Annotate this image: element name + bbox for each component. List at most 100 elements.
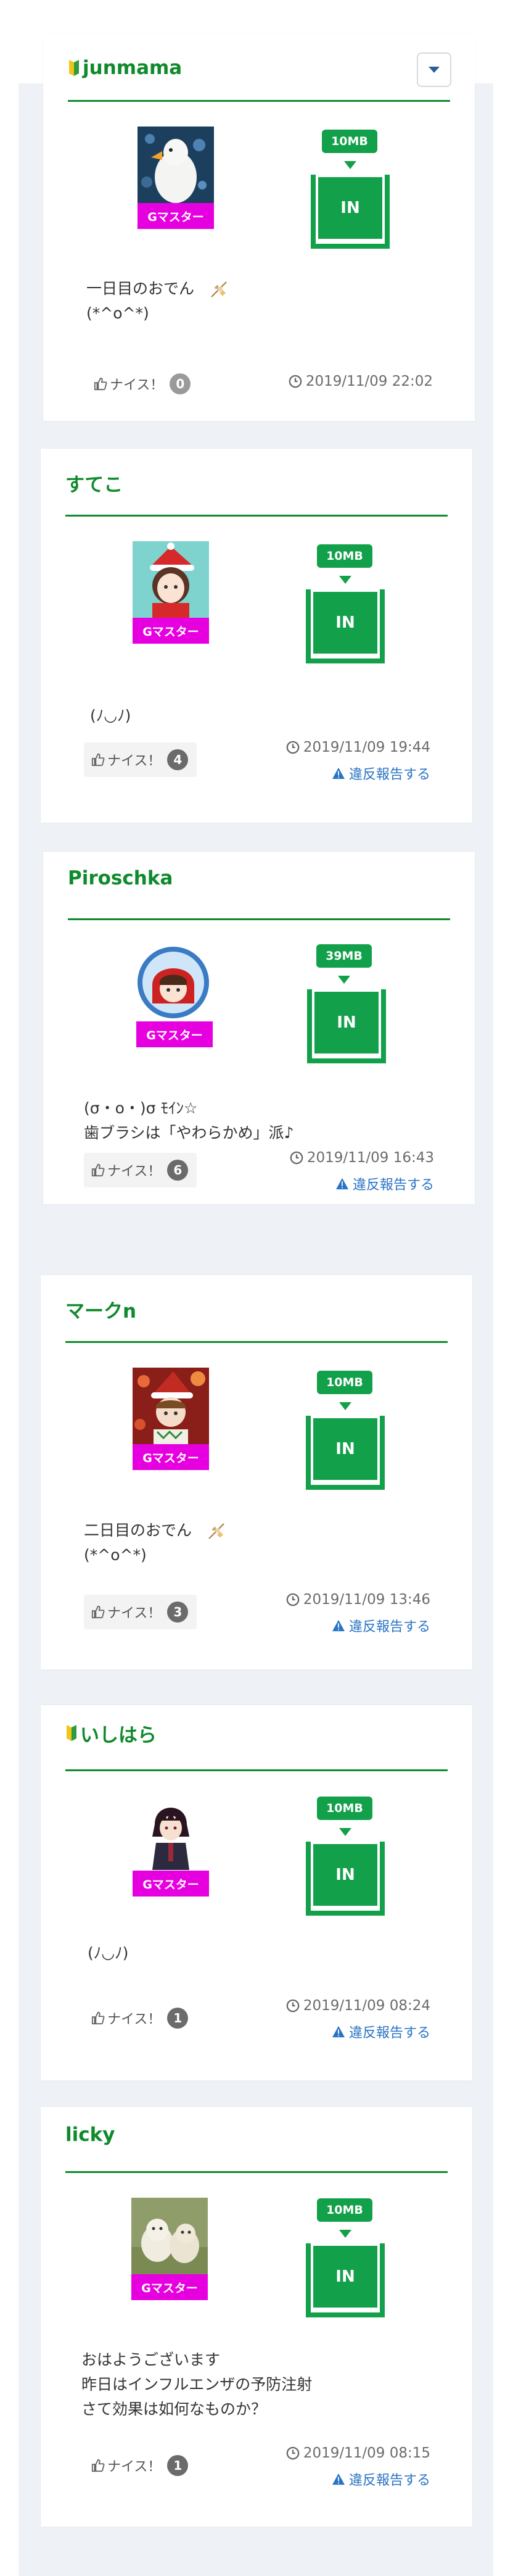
username-text: junmama <box>83 57 183 79</box>
report-link[interactable]: 違反報告する <box>335 1174 434 1194</box>
clock-icon <box>286 1593 300 1606</box>
username-link[interactable]: licky <box>65 2119 115 2150</box>
in-button[interactable]: IN <box>318 177 382 239</box>
post-datetime: 2019/11/09 19:44 <box>286 739 430 755</box>
thumbs-up-icon <box>91 2459 105 2472</box>
goose-avatar[interactable] <box>137 127 214 203</box>
size-pointer <box>338 976 350 984</box>
comment-text: (ﾉ◡ﾉ) <box>88 1944 129 1962</box>
anime-character-avatar[interactable] <box>133 1793 209 1870</box>
nice-button[interactable]: ナイス！ 6 <box>84 1153 197 1187</box>
rank-badge: Gマスター <box>136 1021 213 1047</box>
post-card: すてこ Gマスター 10MB IN (ﾉ◡ﾉ) ナイス！ 4 2019/11/0… <box>41 449 472 823</box>
size-pointer <box>339 1402 351 1410</box>
in-button[interactable]: IN <box>313 2246 377 2308</box>
red-hood-avatar[interactable] <box>135 944 211 1021</box>
rank-badge: Gマスター <box>133 618 209 644</box>
data-size-badge: 10MB <box>322 130 377 153</box>
nice-label: ナイス！ <box>107 1164 162 1179</box>
nice-count: 0 <box>170 373 191 394</box>
username-link[interactable]: すてこ <box>65 467 123 498</box>
nice-button[interactable]: ナイス！ 0 <box>86 367 199 401</box>
username-link[interactable]: マークn <box>65 1294 136 1324</box>
username-text: licky <box>65 2124 115 2146</box>
username-underline <box>65 515 448 517</box>
username-link[interactable]: Piroschka <box>68 863 173 894</box>
username-link[interactable]: junmama <box>68 52 182 83</box>
post-card: junmama Gマスター 10MB IN 一日目のおでん (*^o^*) ナイス… <box>43 34 475 421</box>
rank-badge: Gマスター <box>133 1444 209 1470</box>
nice-count: 1 <box>167 2008 189 2029</box>
in-button[interactable]: IN <box>314 992 379 1053</box>
oden-emoji-icon <box>208 1523 224 1539</box>
size-pointer <box>339 2230 351 2238</box>
nice-label: ナイス！ <box>107 754 162 769</box>
post-datetime: 2019/11/09 16:43 <box>290 1150 434 1166</box>
comment-text: (σ・o・)σ ﾓｲﾝ☆ 歯ブラシは「やわらかめ」派♪ <box>84 1099 294 1142</box>
post-datetime: 2019/11/09 13:46 <box>286 1592 430 1608</box>
nice-count: 6 <box>167 1160 189 1181</box>
report-link[interactable]: 違反報告する <box>332 2469 430 2489</box>
post-datetime: 2019/11/09 08:24 <box>286 1998 430 2014</box>
username-text: マークn <box>65 1300 137 1323</box>
username-text: すてこ <box>65 473 123 496</box>
comment-text: (ﾉ◡ﾉ) <box>90 707 131 725</box>
size-pointer <box>339 576 351 584</box>
warning-icon <box>332 1619 345 1632</box>
username-underline <box>68 100 450 102</box>
christmas-boy-avatar[interactable] <box>133 1368 209 1444</box>
thumbs-up-icon <box>91 1163 105 1177</box>
nice-label: ナイス！ <box>107 2459 162 2475</box>
nice-button[interactable]: ナイス！ 3 <box>84 1595 197 1629</box>
warning-icon <box>332 2025 345 2038</box>
username-underline <box>65 2171 448 2173</box>
nice-label: ナイス！ <box>107 2012 162 2027</box>
nice-count: 4 <box>167 749 189 770</box>
nice-button[interactable]: ナイス！ 1 <box>84 2448 197 2483</box>
clock-icon <box>290 1151 303 1165</box>
clock-icon <box>286 741 300 754</box>
username-link[interactable]: いしはら <box>65 1718 157 1748</box>
report-link[interactable]: 違反報告する <box>332 763 430 783</box>
data-size-badge: 39MB <box>316 944 372 968</box>
size-pointer <box>344 161 356 169</box>
warning-icon <box>332 2473 345 2485</box>
post-card: Piroschka Gマスター 39MB IN (σ・o・)σ ﾓｲﾝ☆ 歯ブラシ… <box>43 852 475 1204</box>
clock-icon <box>289 375 302 388</box>
beginner-mark-icon <box>69 60 79 76</box>
data-size-badge: 10MB <box>317 1797 372 1820</box>
in-button[interactable]: IN <box>313 1418 377 1480</box>
report-link[interactable]: 違反報告する <box>332 1616 430 1635</box>
clock-icon <box>286 1999 300 2013</box>
in-button[interactable]: IN <box>313 1844 377 1906</box>
data-size-badge: 10MB <box>317 1371 372 1394</box>
nice-button[interactable]: ナイス！ 1 <box>84 2001 197 2035</box>
dogs-avatar[interactable] <box>131 2198 208 2274</box>
clock-icon <box>286 2446 300 2460</box>
username-underline <box>65 1769 448 1771</box>
beginner-mark-icon <box>67 1725 76 1741</box>
dropdown-toggle-button[interactable] <box>417 52 451 87</box>
oden-emoji-icon <box>211 281 227 297</box>
post-datetime: 2019/11/09 22:02 <box>289 373 433 389</box>
post-card: いしはら Gマスター 10MB IN (ﾉ◡ﾉ) ナイス！ 1 2019/11/… <box>41 1705 472 2080</box>
rank-badge: Gマスター <box>133 1871 209 1897</box>
username-underline <box>65 1341 448 1343</box>
username-text: いしはら <box>80 1724 157 1747</box>
data-size-badge: 10MB <box>317 2198 372 2222</box>
thumbs-up-icon <box>91 753 105 767</box>
username-underline <box>68 918 450 920</box>
in-button[interactable]: IN <box>313 592 377 654</box>
nice-button[interactable]: ナイス！ 4 <box>84 742 197 777</box>
thumbs-up-icon <box>94 377 107 391</box>
rank-badge: Gマスター <box>131 2274 208 2300</box>
comment-text: 二日目のおでん (*^o^*) <box>84 1518 226 1568</box>
santa-girl-avatar[interactable] <box>133 541 209 618</box>
nice-count: 3 <box>167 1602 189 1622</box>
post-card: マークn Gマスター 10MB IN 二日目のおでん (*^o^*) ナイス！ 3… <box>41 1275 472 1669</box>
warning-icon <box>335 1178 348 1190</box>
nice-count: 1 <box>167 2455 189 2476</box>
chevron-down-icon <box>429 67 440 73</box>
data-size-badge: 10MB <box>317 544 372 568</box>
report-link[interactable]: 違反報告する <box>332 2022 430 2042</box>
